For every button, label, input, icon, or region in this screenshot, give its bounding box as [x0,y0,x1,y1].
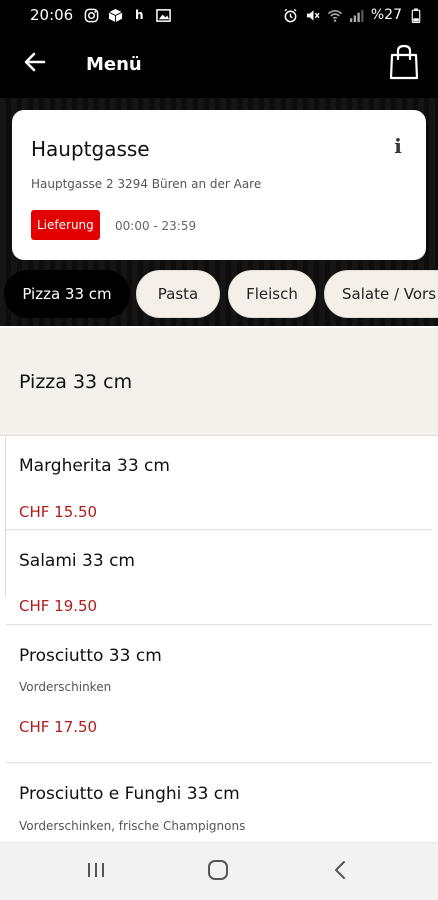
arrow-left-icon [23,50,47,78]
scroll-edge [0,437,6,597]
cart-button[interactable] [384,42,424,86]
menu-item[interactable]: Prosciutto 33 cm Vorderschinken CHF 17.5… [0,625,438,761]
item-price: CHF 15.50 [19,503,98,521]
item-description: Vorderschinken, frische Champignons [19,819,246,833]
battery-percent: %27 [370,7,402,23]
system-nav-bar [0,842,438,900]
h-icon: h [134,8,144,22]
store-card: Hauptgasse i Hauptgasse 2 3294 Büren an … [12,110,426,260]
signal-icon [349,7,365,23]
package-icon [107,7,123,23]
item-price: CHF 17.50 [19,718,98,736]
battery-icon [408,7,424,23]
menu-item[interactable]: Prosciutto e Funghi 33 cm Vorderschinken… [0,763,438,842]
tab-pasta[interactable]: Pasta [136,270,220,318]
delivery-badge: Lieferung [31,210,100,240]
app-bar: Menü [0,30,438,98]
shopping-bag-icon [389,44,419,84]
item-name: Salami 33 cm [19,551,135,571]
image-icon [155,7,171,23]
item-name: Prosciutto 33 cm [19,646,162,666]
store-name: Hauptgasse [31,137,150,161]
status-time: 20:06 [30,6,74,24]
info-icon[interactable]: i [388,134,408,158]
section-header: Pizza 33 cm [0,328,438,436]
store-address: Hauptgasse 2 3294 Büren an der Aare [31,177,262,191]
nav-back-button[interactable] [320,855,360,889]
tab-salate[interactable]: Salate / Vors [324,270,438,318]
item-description: Vorderschinken [19,680,112,694]
back-button[interactable] [10,39,60,89]
recent-apps-icon [86,861,106,883]
tab-fleisch[interactable]: Fleisch [228,270,316,318]
back-icon [333,859,347,885]
page-title: Menü [86,53,142,75]
store-hours: 00:00 - 23:59 [115,219,197,233]
tab-pizza[interactable]: Pizza 33 cm [4,270,130,318]
alarm-icon [283,7,299,23]
mute-icon [305,7,321,23]
section-title: Pizza 33 cm [19,371,133,393]
instagram-icon [83,7,99,23]
home-icon [207,859,229,885]
item-price: CHF 19.50 [19,597,98,615]
status-bar: 20:06 h %27 [0,0,438,30]
home-button[interactable] [198,855,238,889]
item-name: Margherita 33 cm [19,456,170,476]
item-name: Prosciutto e Funghi 33 cm [19,784,240,804]
category-tabs: Pizza 33 cm Pasta Fleisch Salate / Vors [0,270,438,318]
menu-item[interactable]: Margherita 33 cm CHF 15.50 [0,437,438,529]
recent-apps-button[interactable] [76,855,116,889]
wifi-icon [327,7,343,23]
menu-item[interactable]: Salami 33 cm CHF 19.50 [0,530,438,624]
